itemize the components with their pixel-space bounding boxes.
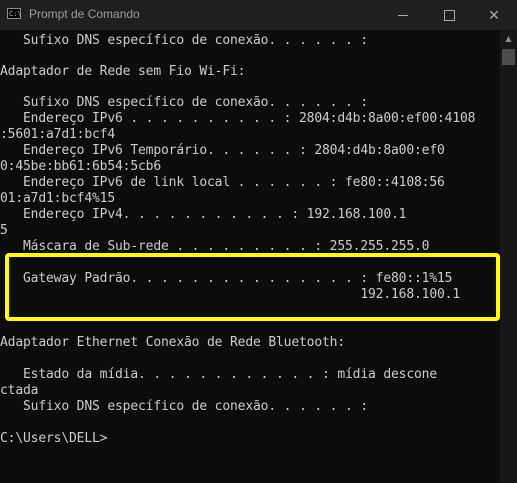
maximize-button[interactable] [426,0,472,30]
console-line: Sufixo DNS específico de conexão. . . . … [0,33,369,48]
close-icon: ✕ [488,6,500,23]
console-line: ctada [0,383,39,398]
console-line: Estado da mídia. . . . . . . . . . . . :… [0,367,438,382]
title-bar[interactable]: C:\ Prompt de Comando ✕ [0,0,517,30]
command-prompt-line[interactable]: C:\Users\DELL> [0,430,108,447]
console-line: 5 [0,223,8,238]
scroll-up-arrow-icon[interactable]: ▲ [500,30,517,47]
console-line: Sufixo DNS específico de conexão. . . . … [0,95,369,110]
scrollbar-thumb[interactable] [502,49,515,65]
console-line: Endereço IPv6 Temporário. . . . . . : 28… [0,143,445,158]
console-line: 0:45be:bb61:6b54:5cb6 [0,159,162,174]
console-line: 01:a7d1:bcf4%15 [0,191,116,206]
minimize-button[interactable] [380,0,426,30]
console-line: Endereço IPv6 . . . . . . . . . . : 2804… [0,111,476,126]
vertical-scrollbar[interactable]: ▲ [500,30,517,483]
console-line: Adaptador de Rede sem Fio Wi-Fi: [0,64,246,79]
gateway-highlight-box [5,253,500,321]
console-line: :5601:a7d1:bcf4 [0,127,116,142]
cmd-icon: C:\ [7,8,22,19]
console-line: Sufixo DNS específico de conexão. . . . … [0,399,369,414]
console-line: Endereço IPv6 de link local . . . . . . … [0,175,445,190]
close-button[interactable]: ✕ [471,0,517,30]
console-line: Endereço IPv4. . . . . . . . . . . : 192… [0,207,407,222]
command-prompt-window: C:\ Prompt de Comando ✕ Sufixo DNS espec… [0,0,517,483]
minimize-icon [398,14,408,16]
maximize-icon [443,9,455,21]
window-title: Prompt de Comando [29,7,140,21]
console-line: Adaptador Ethernet Conexão de Rede Bluet… [0,335,346,350]
